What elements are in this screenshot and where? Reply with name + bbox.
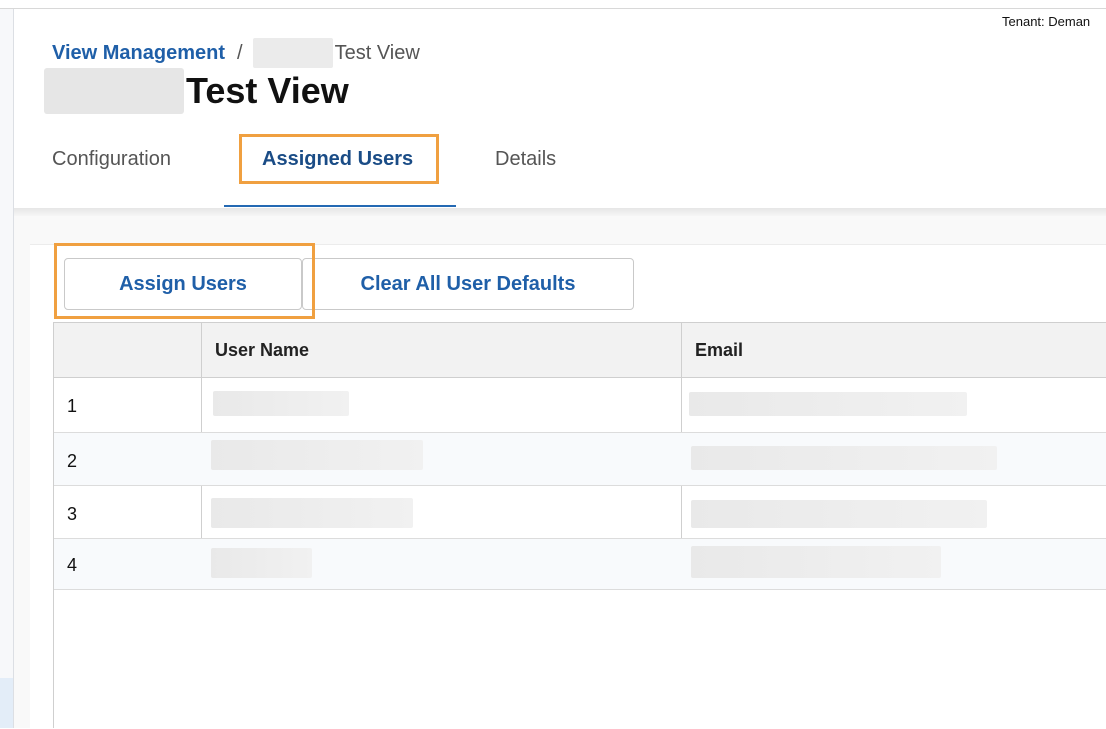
column-header-user-name[interactable]: User Name — [215, 323, 309, 377]
user-name-redacted — [213, 391, 349, 416]
email-redacted — [691, 446, 997, 470]
column-header-index[interactable] — [54, 323, 201, 377]
assigned-users-tab-highlight — [239, 134, 439, 184]
breadcrumb-separator: / — [237, 41, 243, 64]
breadcrumb-view-management-link[interactable]: View Management — [52, 42, 225, 65]
page-title: Test View — [186, 70, 349, 111]
email-redacted — [691, 546, 941, 578]
tab-bar — [14, 120, 1106, 208]
clear-all-user-defaults-button[interactable]: Clear All User Defaults — [302, 258, 634, 310]
table-row[interactable]: 3 — [54, 486, 1106, 539]
row-index: 1 — [67, 396, 78, 416]
user-name-redacted — [211, 498, 413, 528]
left-sidebar-rail — [0, 9, 14, 728]
sidebar-active-indicator[interactable] — [0, 678, 13, 728]
user-name-redacted — [211, 440, 423, 470]
breadcrumb-current: Test View — [334, 41, 420, 64]
top-divider — [0, 8, 1106, 9]
page-title-row: Test View — [44, 68, 349, 114]
page-title-redacted-prefix — [44, 68, 184, 114]
row-index: 4 — [67, 555, 78, 575]
row-index: 3 — [67, 504, 78, 524]
tab-configuration[interactable]: Configuration — [52, 148, 171, 171]
tenant-label: Tenant: Deman — [1002, 14, 1091, 29]
email-redacted — [691, 500, 987, 528]
assign-users-button-highlight — [54, 243, 315, 319]
breadcrumb: View Management / Test View — [52, 38, 420, 68]
table-row[interactable]: 4 — [54, 539, 1106, 590]
row-index: 2 — [67, 451, 78, 471]
table-row[interactable]: 2 — [54, 433, 1106, 486]
email-redacted — [689, 392, 967, 416]
active-tab-underline — [224, 205, 456, 207]
user-name-redacted — [211, 548, 312, 578]
users-table: User Name Email 1 2 3 4 — [53, 322, 1106, 728]
tab-details[interactable]: Details — [495, 148, 556, 171]
column-header-email[interactable]: Email — [695, 323, 743, 377]
breadcrumb-redacted-prefix — [252, 38, 333, 68]
table-header — [54, 323, 1106, 378]
tab-bar-shadow — [14, 208, 1106, 216]
table-row[interactable]: 1 — [54, 378, 1106, 433]
